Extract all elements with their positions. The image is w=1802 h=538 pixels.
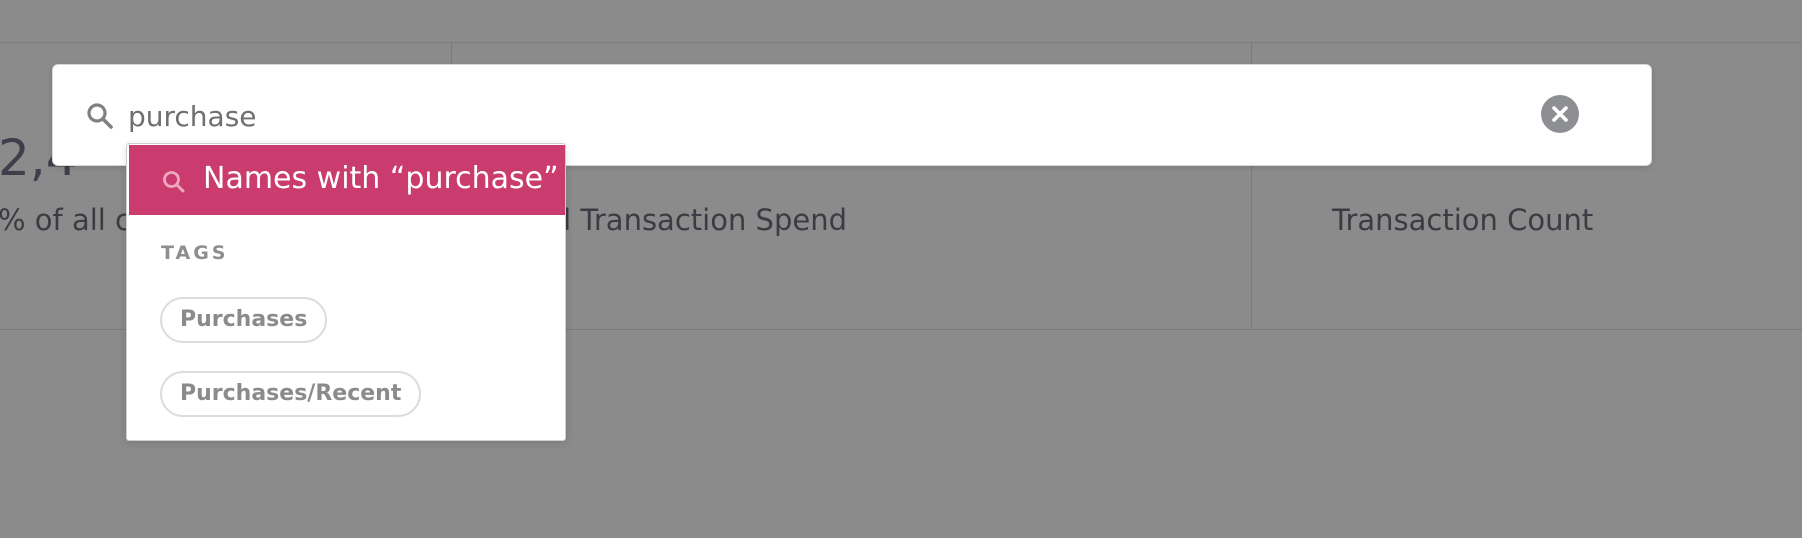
clear-search-button[interactable] xyxy=(1541,95,1579,133)
search-icon xyxy=(161,169,187,195)
tags-heading: TAGS xyxy=(161,242,229,264)
search-suggestions-dropdown: Names with “purchase” TAGS Purchases Pur… xyxy=(126,143,566,441)
tag-purchases[interactable]: Purchases xyxy=(160,297,328,343)
close-icon xyxy=(1552,106,1568,122)
tag-purchases-recent[interactable]: Purchases/Recent xyxy=(160,371,422,417)
stat-label: tal Transaction Spend xyxy=(534,203,847,237)
stat-label: Transaction Count xyxy=(1332,203,1594,237)
search-icon xyxy=(85,101,115,131)
background-header xyxy=(0,0,1802,43)
app-window: 2,4 % of all co tal Transaction Spend Tr… xyxy=(0,0,1802,538)
search-input[interactable] xyxy=(128,85,1468,147)
suggestion-names-with[interactable]: Names with “purchase” xyxy=(129,145,565,215)
suggestion-label: Names with “purchase” xyxy=(203,161,559,196)
